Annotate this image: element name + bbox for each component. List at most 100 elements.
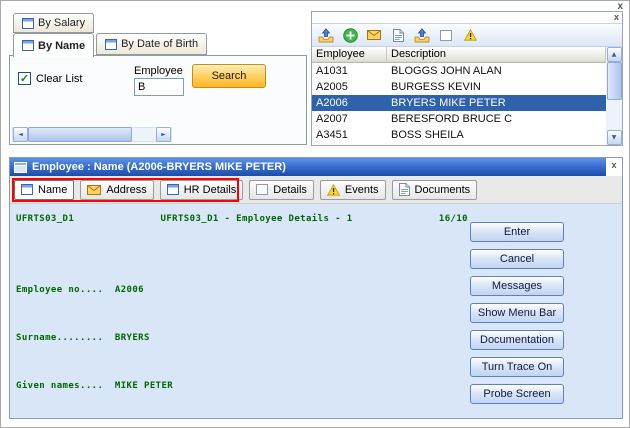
table-row-selected[interactable]: A2006 BRYERS MIKE PETER bbox=[312, 95, 606, 111]
form-icon bbox=[21, 184, 33, 195]
tab-hr-details[interactable]: HR Details bbox=[159, 179, 244, 200]
tab-label: Events bbox=[344, 183, 379, 196]
detail-tab-strip: Name Address HR Details Details Events D… bbox=[10, 176, 622, 204]
screen-name: UFRTS03_D1 bbox=[16, 214, 75, 224]
blank-window-icon bbox=[256, 184, 269, 195]
column-header-description[interactable]: Description bbox=[387, 47, 606, 63]
list-panel-close-button[interactable]: x bbox=[614, 12, 619, 22]
screen-title: UFRTS03_D1 - Employee Details - 1 bbox=[160, 214, 353, 224]
tab-by-name[interactable]: By Name bbox=[13, 33, 95, 57]
document-icon[interactable] bbox=[389, 26, 407, 44]
messages-button[interactable]: Messages bbox=[470, 276, 564, 296]
warning-icon[interactable] bbox=[461, 26, 479, 44]
tab-address[interactable]: Address bbox=[80, 179, 154, 200]
detail-title-row: Employee : Name (A2006-BRYERS MIKE PETER… bbox=[10, 158, 622, 176]
add-icon[interactable] bbox=[341, 26, 359, 44]
tab-label: Name bbox=[38, 183, 68, 196]
tab-by-salary[interactable]: By Salary bbox=[13, 13, 95, 33]
warning-icon bbox=[326, 183, 340, 196]
scroll-right-icon[interactable]: ► bbox=[156, 127, 171, 142]
clear-list-checkbox[interactable] bbox=[18, 72, 31, 85]
window-icon bbox=[14, 161, 27, 173]
detail-title: Employee : Name (A2006-BRYERS MIKE PETER… bbox=[32, 161, 286, 173]
search-tab-row-1: By Salary bbox=[13, 13, 95, 33]
employee-id-cell: A3451 bbox=[316, 129, 348, 141]
search-content: Clear List Employee Search ◄ ► bbox=[9, 55, 307, 145]
enter-button[interactable]: Enter bbox=[470, 222, 564, 242]
action-button-column: Enter Cancel Messages Show Menu Bar Docu… bbox=[470, 222, 564, 404]
tab-label: Address bbox=[106, 183, 147, 196]
table-row[interactable]: A1031 BLOGGS JOHN ALAN bbox=[312, 63, 606, 79]
employee-id-cell: A2006 bbox=[316, 97, 348, 109]
scrollbar-thumb[interactable] bbox=[606, 62, 622, 100]
employee-desc-cell: BERESFORD BRUCE C bbox=[391, 113, 513, 125]
screen-line: Employee no.... A2006 bbox=[16, 285, 145, 295]
detail-title-bar: Employee : Name (A2006-BRYERS MIKE PETER… bbox=[10, 158, 606, 176]
documentation-button[interactable]: Documentation bbox=[470, 330, 564, 350]
detail-close-box: x bbox=[606, 158, 622, 176]
search-tab-row-2: By Name By Date of Birth bbox=[13, 33, 208, 57]
tab-label: By Salary bbox=[38, 17, 86, 29]
employee-desc-cell: BLOGGS JOHN ALAN bbox=[391, 65, 502, 77]
tab-label: By Name bbox=[38, 39, 86, 52]
mail-icon[interactable] bbox=[365, 26, 383, 44]
screen-line: Surname........ BRYERS bbox=[16, 333, 150, 343]
employee-desc-cell: BRYERS MIKE PETER bbox=[391, 97, 506, 109]
form-icon bbox=[105, 38, 118, 50]
form-icon bbox=[22, 17, 34, 29]
detail-close-button[interactable]: x bbox=[611, 160, 616, 170]
form-icon bbox=[22, 40, 34, 51]
scrollbar-thumb[interactable] bbox=[28, 127, 132, 142]
turn-trace-on-button[interactable]: Turn Trace On bbox=[470, 357, 564, 377]
form-icon bbox=[166, 184, 179, 195]
tab-events[interactable]: Events bbox=[319, 179, 386, 200]
show-menu-bar-button[interactable]: Show Menu Bar bbox=[470, 303, 564, 323]
upload-tray-icon[interactable] bbox=[317, 26, 335, 44]
search-panel: By Salary By Name By Date of Birth Clear… bbox=[9, 11, 307, 145]
tab-label: Details bbox=[273, 183, 307, 196]
vertical-scrollbar[interactable]: ▲ ▼ bbox=[606, 47, 622, 145]
clear-list-label: Clear List bbox=[36, 72, 83, 85]
upload-tray-icon[interactable] bbox=[413, 26, 431, 44]
employee-detail-panel: Employee : Name (A2006-BRYERS MIKE PETER… bbox=[9, 157, 623, 419]
terminal-screen: UFRTS03_D1 UFRTS03_D1 - Employee Details… bbox=[10, 204, 622, 418]
tab-documents[interactable]: Documents bbox=[391, 179, 478, 200]
scroll-up-icon[interactable]: ▲ bbox=[606, 47, 622, 62]
mail-icon bbox=[87, 184, 102, 195]
document-icon bbox=[398, 183, 410, 196]
employee-desc-cell: BOSS SHEILA bbox=[391, 129, 464, 141]
screen-line: Given names.... MIKE PETER bbox=[16, 381, 174, 391]
tab-details[interactable]: Details bbox=[249, 179, 314, 200]
employee-id-cell: A1031 bbox=[316, 65, 348, 77]
screen-date: 16/10 bbox=[438, 214, 468, 224]
employee-label: Employee bbox=[134, 65, 183, 77]
employee-id-cell: A2005 bbox=[316, 81, 348, 93]
blank-window-icon[interactable] bbox=[437, 26, 455, 44]
table-row[interactable]: A2007 BERESFORD BRUCE C bbox=[312, 111, 606, 127]
employee-input[interactable] bbox=[134, 78, 184, 96]
table-row[interactable]: A2005 BURGESS KEVIN bbox=[312, 79, 606, 95]
tab-label: HR Details bbox=[183, 183, 237, 196]
tab-name[interactable]: Name bbox=[14, 179, 75, 200]
search-button[interactable]: Search bbox=[192, 64, 266, 88]
employee-list-panel: x Employee Description A1031 BLOGGS JOHN… bbox=[311, 11, 623, 146]
app-window: x By Salary By Name By Date of Birth Cle… bbox=[0, 0, 630, 428]
scroll-down-icon[interactable]: ▼ bbox=[606, 130, 622, 145]
tab-label: Documents bbox=[414, 183, 471, 196]
column-header-employee[interactable]: Employee bbox=[312, 47, 387, 63]
employee-list: A1031 BLOGGS JOHN ALAN A2005 BURGESS KEV… bbox=[312, 63, 606, 145]
employee-id-cell: A2007 bbox=[316, 113, 348, 125]
list-toolbar bbox=[312, 23, 622, 47]
tab-label: By Date of Birth bbox=[121, 38, 199, 50]
scroll-left-icon[interactable]: ◄ bbox=[13, 127, 28, 142]
tab-by-date-of-birth[interactable]: By Date of Birth bbox=[96, 33, 208, 55]
cancel-button[interactable]: Cancel bbox=[470, 249, 564, 269]
clear-list-option: Clear List bbox=[18, 72, 82, 85]
list-header: Employee Description bbox=[312, 47, 606, 63]
table-row[interactable]: A3451 BOSS SHEILA bbox=[312, 127, 606, 143]
probe-screen-button[interactable]: Probe Screen bbox=[470, 384, 564, 404]
horizontal-scrollbar[interactable]: ◄ ► bbox=[12, 127, 172, 142]
screen-fields: Employee no.... A2006 Surname........ BR… bbox=[16, 250, 173, 426]
employee-desc-cell: BURGESS KEVIN bbox=[391, 81, 481, 93]
screen-header: UFRTS03_D1 UFRTS03_D1 - Employee Details… bbox=[16, 214, 468, 224]
